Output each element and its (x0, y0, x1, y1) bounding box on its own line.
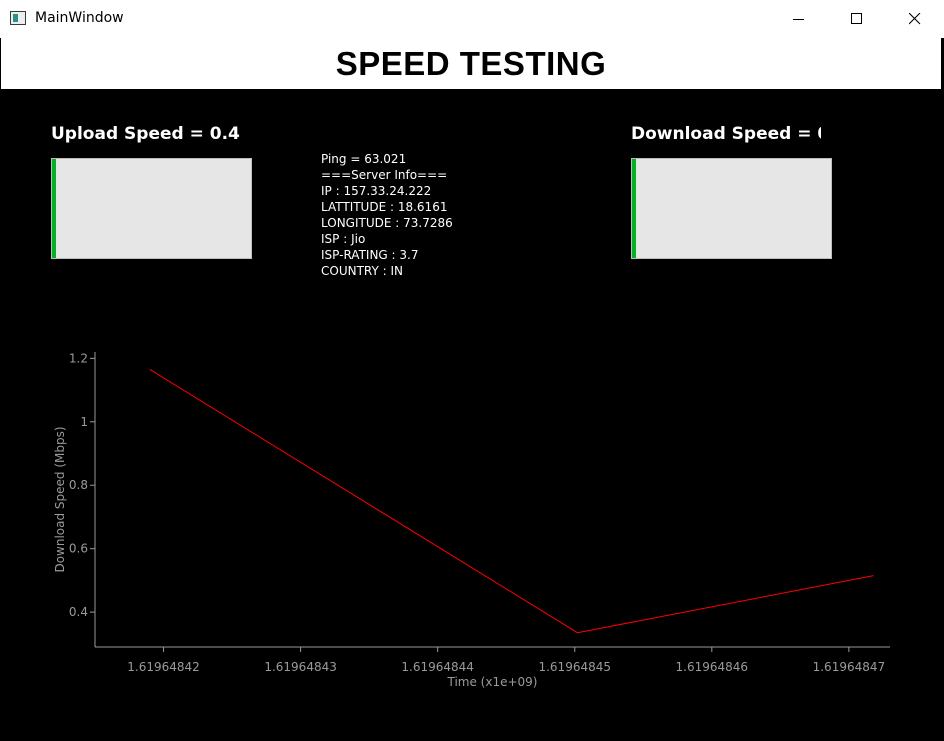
server-info-header: ===Server Info=== (321, 168, 448, 182)
page-title: SPEED TESTING (335, 45, 607, 82)
header-panel: SPEED TESTING (0, 38, 942, 89)
title-bar: MainWindow (0, 0, 944, 38)
longitude-text: LONGITUDE : 73.7286 (321, 216, 453, 230)
download-progress-bar (631, 158, 832, 259)
minimize-button[interactable] (770, 0, 828, 38)
close-icon (909, 13, 921, 25)
maximize-icon (851, 13, 862, 24)
ping-text: Ping = 63.021 (321, 152, 407, 166)
ip-text: IP : 157.33.24.222 (321, 184, 432, 198)
series-line (149, 369, 874, 634)
upload-progress-bar (51, 158, 252, 259)
country-text: COUNTRY : IN (321, 264, 404, 278)
x-tick-label: 1.61964844 (401, 660, 474, 674)
maximize-button[interactable] (828, 0, 886, 38)
download-progress-fill (632, 159, 636, 258)
x-tick-label: 1.61964842 (127, 660, 200, 674)
isp-text: ISP : Jio (321, 232, 366, 246)
upload-speed-label: Upload Speed = 0.4 (51, 124, 240, 144)
x-tick-label: 1.61964847 (813, 660, 886, 674)
x-tick-label: 1.61964843 (264, 660, 337, 674)
server-info: Ping = 63.021 ===Server Info=== IP : 157… (321, 151, 453, 279)
latitude-text: LATTITUDE : 18.6161 (321, 200, 448, 214)
x-tick-label: 1.61964846 (676, 660, 749, 674)
isp-rating-text: ISP-RATING : 3.7 (321, 248, 419, 262)
y-axis-label: Download Speed (Mbps) (53, 426, 67, 572)
download-speed-chart: 1.61964842 1.61964843 1.61964844 1.61964845… (53, 351, 890, 689)
y-tick-label: 1.2 (69, 351, 88, 365)
minimize-icon (793, 19, 804, 20)
download-speed-label: Download Speed = 0.5 (631, 124, 821, 144)
x-tick-label: 1.61964845 (538, 660, 611, 674)
close-button[interactable] (886, 0, 944, 38)
y-tick-label: 0.6 (69, 542, 88, 556)
y-tick-label: 1 (80, 415, 88, 429)
y-tick-label: 0.8 (69, 478, 88, 492)
app-icon (10, 11, 26, 25)
window-title: MainWindow (35, 10, 124, 26)
x-axis-label: Time (x1e+09) (447, 675, 538, 689)
upload-progress-fill (52, 159, 56, 258)
y-tick-label: 0.4 (69, 605, 88, 619)
